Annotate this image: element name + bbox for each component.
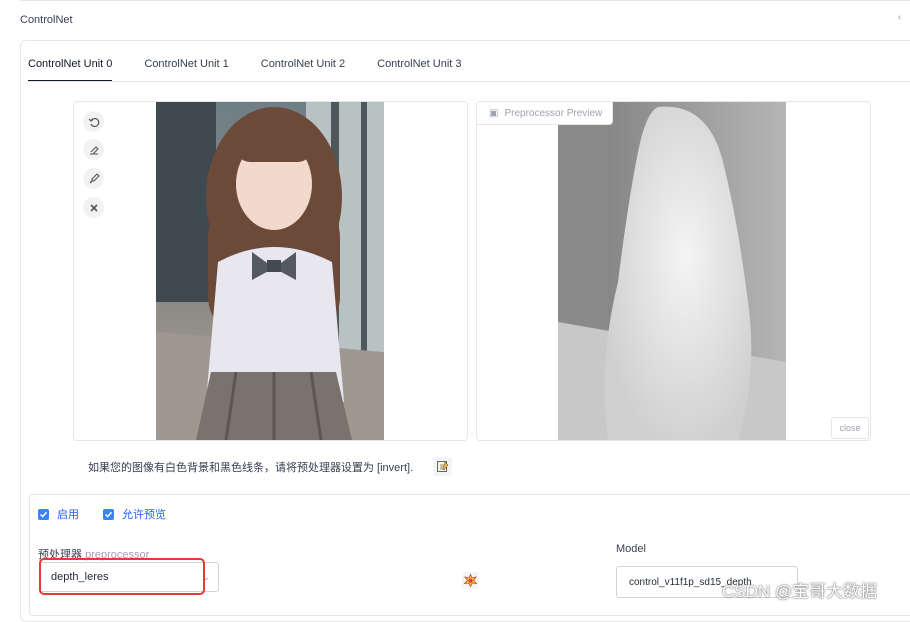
chevron-icon[interactable]: ‹ [898, 12, 901, 23]
enable-label: 启用 [57, 509, 79, 521]
notepad-icon[interactable] [433, 457, 452, 476]
input-photo [156, 102, 384, 440]
unit-tabs: ControlNet Unit 0 ControlNet Unit 1 Cont… [28, 56, 494, 82]
top-divider [20, 0, 910, 4]
section-title: ControlNet [20, 14, 73, 26]
tab-unit-3[interactable]: ControlNet Unit 3 [377, 56, 461, 82]
preprocessor-value: depth_leres [51, 571, 109, 583]
checkbox-row: 启用 允许预览 [38, 506, 190, 522]
depth-map-image [558, 102, 786, 440]
brush-icon[interactable] [83, 168, 104, 189]
model-label: Model [616, 543, 646, 555]
tab-unit-1[interactable]: ControlNet Unit 1 [144, 56, 228, 82]
close-preview-button[interactable]: close [831, 417, 869, 439]
clear-icon[interactable] [83, 197, 104, 218]
tabs-divider [28, 81, 910, 82]
preprocessor-preview-area: ▣ Preprocessor Preview close [476, 101, 871, 441]
eraser-icon[interactable] [83, 139, 104, 160]
chevron-down-icon: ⌄ [201, 572, 210, 583]
input-image-area[interactable] [73, 101, 468, 441]
invert-hint: 如果您的图像有白色背景和黑色线条，请将预处理器设置为 [invert]. [88, 462, 414, 474]
undo-icon[interactable] [83, 111, 104, 132]
allow-preview-label: 允许预览 [122, 509, 166, 521]
tab-unit-0[interactable]: ControlNet Unit 0 [28, 56, 113, 82]
preprocessor-label: 预处理器 preprocessor [38, 549, 150, 561]
run-preprocessor-icon[interactable] [462, 572, 479, 589]
enable-checkbox[interactable] [38, 508, 49, 520]
allow-preview-checkbox[interactable] [103, 508, 114, 520]
tab-unit-2[interactable]: ControlNet Unit 2 [261, 56, 345, 82]
watermark: CSDN @宝哥大数据 [722, 582, 878, 601]
image-icon: ▣ [489, 107, 499, 119]
preprocessor-select[interactable]: depth_leres ⌄ [39, 562, 219, 592]
preview-label: ▣ Preprocessor Preview [477, 102, 614, 125]
